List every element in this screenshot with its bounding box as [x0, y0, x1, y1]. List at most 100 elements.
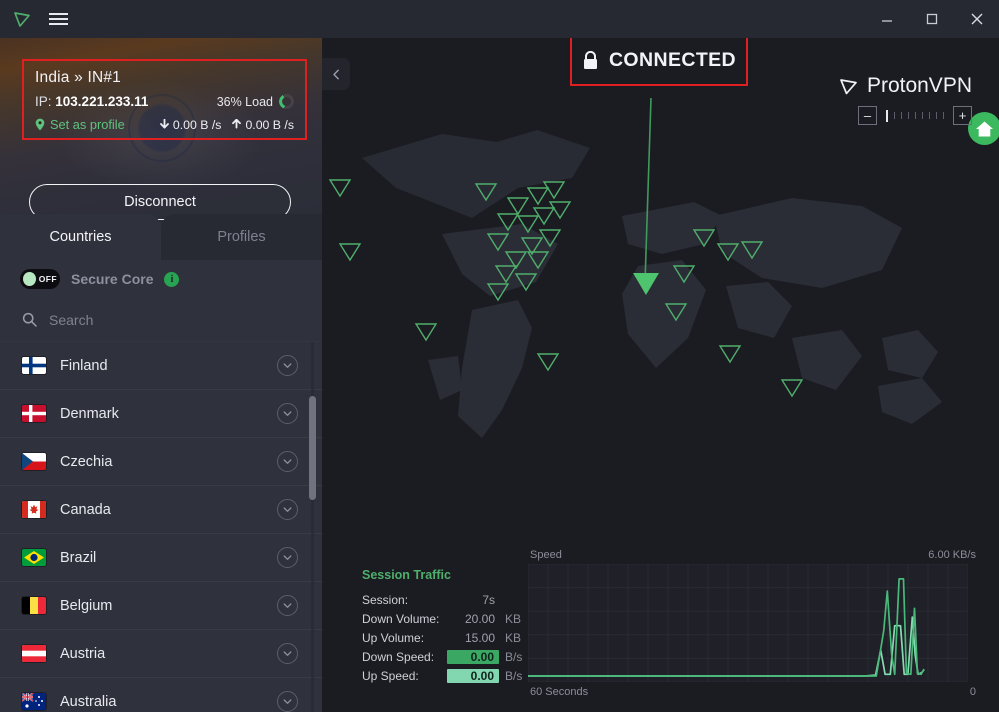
- protonvpn-window: India » IN#1 IP: 103.221.233.11 36% Load…: [0, 0, 999, 712]
- chevron-down-icon[interactable]: [277, 403, 298, 424]
- country-row[interactable]: Denmark: [0, 390, 322, 438]
- map-zoom-control[interactable]: – +: [858, 106, 972, 125]
- lock-icon: [582, 51, 599, 70]
- sidebar-tabs: Countries Profiles: [0, 214, 322, 260]
- session-row-label: Up Volume:: [362, 631, 447, 645]
- arrow-up-icon: [231, 119, 242, 131]
- country-name: Czechia: [60, 454, 112, 470]
- zoom-tick[interactable]: [936, 112, 937, 119]
- zoom-tick[interactable]: [915, 112, 916, 119]
- connection-status-text: CONNECTED: [609, 49, 736, 72]
- secure-core-row: OFF Secure Core i: [0, 260, 322, 298]
- country-row[interactable]: Belgium: [0, 582, 322, 630]
- speed-graph-xlabel-left: 60 Seconds: [530, 686, 588, 698]
- zoom-tick[interactable]: [929, 112, 930, 119]
- download-speed-value: 0.00 B /s: [173, 118, 222, 132]
- country-row[interactable]: Finland: [0, 342, 322, 390]
- stats-panel: Session Traffic Session:7sDown Volume:20…: [322, 543, 999, 712]
- connection-ip-row: IP: 103.221.233.11 36% Load: [35, 94, 294, 109]
- zoom-tick[interactable]: [886, 110, 888, 122]
- ip-value: 103.221.233.11: [55, 94, 148, 109]
- chevron-down-icon[interactable]: [277, 595, 298, 616]
- home-icon: [975, 120, 994, 138]
- speed-graph: Speed 6.00 KB/s 60 Seconds 0: [528, 549, 978, 707]
- zoom-in-button[interactable]: +: [953, 106, 972, 125]
- world-map[interactable]: CONNECTED ProtonVPN – +: [322, 38, 999, 543]
- connection-actions-row: Set as profile 0.00 B /s 0.00 B /s: [35, 117, 294, 132]
- ip-address: IP: 103.221.233.11: [35, 94, 148, 109]
- tab-countries[interactable]: Countries: [0, 214, 161, 260]
- ip-label: IP:: [35, 94, 52, 109]
- session-row-label: Up Speed:: [362, 669, 447, 683]
- session-traffic-title: Session Traffic: [362, 568, 527, 582]
- speed-graph-svg: [528, 564, 968, 682]
- session-row-unit: KB: [499, 612, 523, 626]
- zoom-out-button[interactable]: –: [858, 106, 877, 125]
- scrollbar-thumb[interactable]: [309, 396, 316, 500]
- home-location-marker[interactable]: [968, 112, 999, 145]
- speed-graph-ymax: 6.00 KB/s: [928, 549, 976, 561]
- upload-speed-summary: 0.00 B /s: [231, 118, 294, 132]
- session-traffic-row: Down Volume:20.00KB: [362, 609, 527, 628]
- search-icon: [22, 312, 37, 327]
- chevron-down-icon[interactable]: [277, 355, 298, 376]
- location-pin-icon: [35, 118, 45, 131]
- speed-graph-ylabel: Speed: [530, 549, 562, 561]
- country-row[interactable]: Canada: [0, 486, 322, 534]
- country-name: Brazil: [60, 550, 96, 566]
- speed-graph-footer: 60 Seconds 0: [528, 682, 978, 698]
- chevron-down-icon[interactable]: [277, 547, 298, 568]
- zoom-tick[interactable]: [894, 112, 895, 119]
- session-traffic-rows: Session:7sDown Volume:20.00KBUp Volume:1…: [362, 590, 527, 685]
- tab-profiles[interactable]: Profiles: [161, 214, 322, 260]
- austria-flag: [22, 645, 46, 662]
- session-row-value: 20.00: [447, 612, 499, 626]
- title-bar: [0, 0, 999, 38]
- load-gauge-icon: [279, 94, 294, 109]
- session-row-unit: B/s: [499, 669, 523, 683]
- session-row-label: Down Speed:: [362, 650, 447, 664]
- country-row[interactable]: Austria: [0, 630, 322, 678]
- toggle-knob: [23, 272, 36, 286]
- zoom-tick[interactable]: [943, 112, 944, 119]
- country-row[interactable]: Brazil: [0, 534, 322, 582]
- upload-speed-value: 0.00 B /s: [245, 118, 294, 132]
- chevron-down-icon[interactable]: [277, 691, 298, 712]
- maximize-button[interactable]: [909, 0, 954, 38]
- brand-logo: ProtonVPN: [838, 74, 972, 98]
- map-collapse-button[interactable]: [322, 58, 350, 90]
- server-load: 36% Load: [217, 94, 294, 109]
- denmark-flag: [22, 405, 46, 422]
- chevron-down-icon[interactable]: [277, 643, 298, 664]
- session-traffic-panel: Session Traffic Session:7sDown Volume:20…: [362, 568, 527, 685]
- country-list[interactable]: FinlandDenmark Czechia Canada Brazil Belgium…: [0, 342, 322, 712]
- status-badge: CONNECTED: [570, 38, 748, 86]
- czechia-flag: [22, 453, 46, 470]
- info-icon[interactable]: i: [164, 272, 179, 287]
- speed-series-line: [528, 617, 924, 676]
- secure-core-toggle[interactable]: OFF: [20, 269, 60, 289]
- sidebar: India » IN#1 IP: 103.221.233.11 36% Load…: [0, 38, 322, 712]
- hamburger-menu-icon[interactable]: [45, 6, 71, 32]
- minimize-button[interactable]: [864, 0, 909, 38]
- country-row[interactable]: Australia: [0, 678, 322, 712]
- chevron-down-icon[interactable]: [277, 451, 298, 472]
- session-row-value: 7s: [447, 593, 499, 607]
- australia-flag: [22, 693, 46, 710]
- speed-graph-xlabel-right: 0: [970, 686, 976, 698]
- close-button[interactable]: [954, 0, 999, 38]
- country-name: Canada: [60, 502, 111, 518]
- zoom-tick[interactable]: [922, 112, 923, 119]
- zoom-tick[interactable]: [901, 112, 902, 119]
- toggle-state-label: OFF: [39, 274, 57, 284]
- country-name: Australia: [60, 694, 116, 710]
- chevron-down-icon[interactable]: [277, 499, 298, 520]
- session-row-label: Down Volume:: [362, 612, 447, 626]
- set-as-profile-button[interactable]: Set as profile: [35, 117, 125, 132]
- search-input[interactable]: [49, 312, 269, 328]
- brand-name: ProtonVPN: [867, 74, 972, 98]
- zoom-slider-track[interactable]: [881, 110, 949, 122]
- zoom-tick[interactable]: [908, 112, 909, 119]
- country-row[interactable]: Czechia: [0, 438, 322, 486]
- country-list-scrollbar[interactable]: [309, 342, 316, 712]
